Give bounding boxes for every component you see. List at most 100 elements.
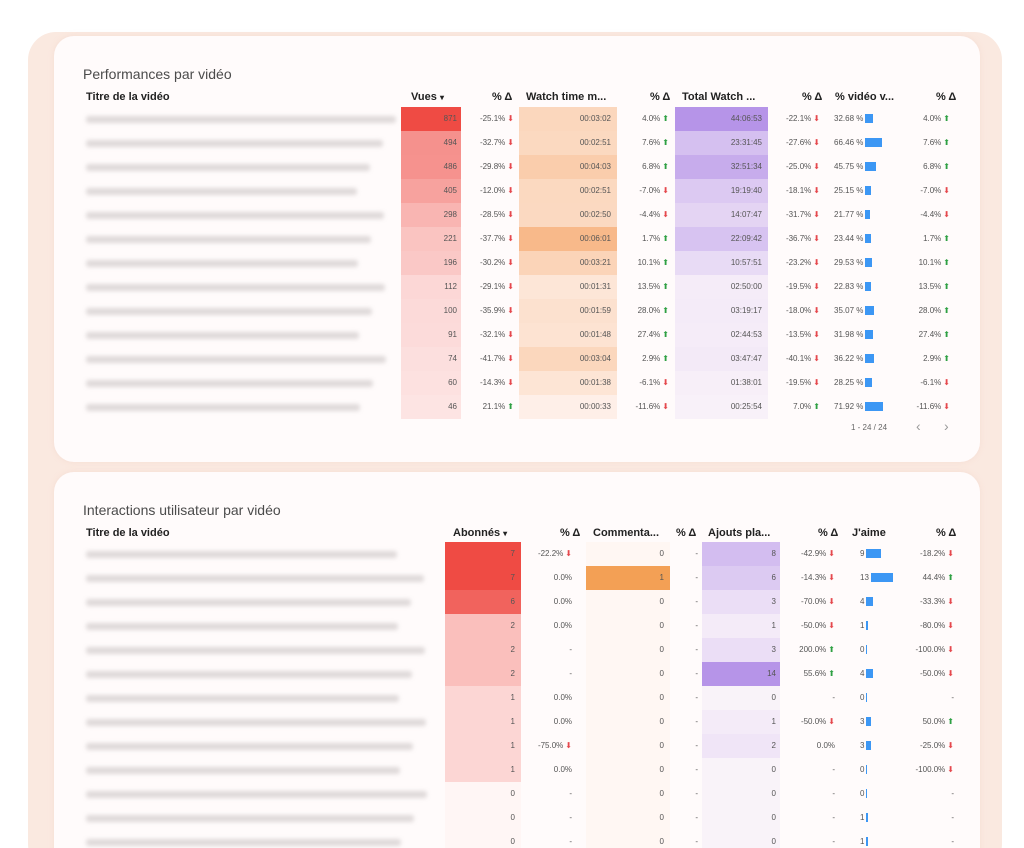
video-title-blurred[interactable] bbox=[86, 179, 396, 203]
arrow-down-icon: ⬇ bbox=[507, 186, 514, 195]
video-title-blurred[interactable] bbox=[86, 155, 396, 179]
perf-header-watch-time[interactable]: Watch time m... bbox=[526, 91, 606, 103]
video-title-blurred[interactable] bbox=[86, 662, 436, 686]
comments-cell: 0 bbox=[586, 782, 664, 806]
inter-header-pct2[interactable]: % Δ bbox=[676, 527, 696, 539]
comments-cell-value: 0 bbox=[659, 789, 664, 798]
video-title-blurred[interactable] bbox=[86, 395, 396, 419]
playlist-cell: 0 bbox=[702, 686, 776, 710]
watch-delta-cell-value: -4.4% bbox=[639, 210, 661, 219]
video-title-blurred[interactable] bbox=[86, 542, 436, 566]
total-watch-cell-value: 14:07:47 bbox=[730, 210, 762, 219]
video-title-blurred[interactable] bbox=[86, 107, 396, 131]
video-title-blurred[interactable] bbox=[86, 275, 396, 299]
video-title-blurred[interactable] bbox=[86, 299, 396, 323]
video-title-blurred[interactable] bbox=[86, 686, 436, 710]
perf-header-title[interactable]: Titre de la vidéo bbox=[86, 91, 170, 103]
pct-video-delta-cell: 28.0% ⬆ bbox=[904, 299, 950, 323]
arrow-down-icon: ⬇ bbox=[828, 597, 835, 606]
views-delta-cell-value: -37.7% bbox=[479, 234, 506, 243]
perf-header-views[interactable]: Vues ▾ bbox=[411, 91, 444, 103]
subs-delta-cell: -22.2% ⬇ bbox=[520, 542, 572, 566]
inter-header-pct1[interactable]: % Δ bbox=[560, 527, 580, 539]
inter-header-subs[interactable]: Abonnés ▾ bbox=[453, 527, 507, 539]
video-title-blurred[interactable] bbox=[86, 758, 436, 782]
views-cell-value: 494 bbox=[443, 138, 457, 147]
arrow-up-icon: ⬆ bbox=[662, 282, 669, 291]
video-title-blurred[interactable] bbox=[86, 347, 396, 371]
watch-delta-cell: 7.6% ⬆ bbox=[617, 131, 669, 155]
perf-header-pct-video[interactable]: % vidéo v... bbox=[835, 91, 894, 103]
inter-header-comments[interactable]: Commenta... bbox=[593, 527, 659, 539]
playlist-cell-value: 14 bbox=[767, 669, 776, 678]
playlist-cell-value: 6 bbox=[771, 573, 776, 582]
views-delta-cell-value: -25.1% bbox=[479, 114, 506, 123]
video-title-blurred[interactable] bbox=[86, 830, 436, 848]
next-page-icon[interactable]: › bbox=[944, 418, 949, 434]
playlist-delta-cell: - bbox=[780, 758, 835, 782]
inter-header-title[interactable]: Titre de la vidéo bbox=[86, 527, 170, 539]
arrow-down-icon: ⬇ bbox=[947, 597, 954, 606]
video-title-blurred[interactable] bbox=[86, 638, 436, 662]
watch-delta-cell: 27.4% ⬆ bbox=[617, 323, 669, 347]
video-title-blurred[interactable] bbox=[86, 782, 436, 806]
comments-cell-value: 0 bbox=[659, 597, 664, 606]
perf-header-pct3[interactable]: % Δ bbox=[802, 91, 822, 103]
subs-cell: 1 bbox=[445, 734, 515, 758]
subs-delta-cell-value: - bbox=[569, 789, 572, 798]
views-cell-value: 60 bbox=[448, 378, 457, 387]
comments-delta-cell: - bbox=[670, 758, 698, 782]
video-title-blurred[interactable] bbox=[86, 590, 436, 614]
likes-delta-cell: -80.0% ⬇ bbox=[902, 614, 954, 638]
watch-time-cell-value: 00:01:59 bbox=[579, 306, 611, 315]
video-title-blurred[interactable] bbox=[86, 710, 436, 734]
total-delta-cell-value: -13.5% bbox=[785, 330, 812, 339]
views-delta-cell: -12.0% ⬇ bbox=[462, 179, 514, 203]
pct-video-value: 28.25 % bbox=[834, 378, 864, 387]
perf-header-pct4[interactable]: % Δ bbox=[936, 91, 956, 103]
arrow-down-icon: ⬇ bbox=[565, 741, 572, 750]
inter-header-pct3[interactable]: % Δ bbox=[818, 527, 838, 539]
total-delta-cell-value: -18.1% bbox=[785, 186, 812, 195]
views-delta-cell-value: -32.1% bbox=[479, 330, 506, 339]
total-delta-cell: -31.7% ⬇ bbox=[770, 203, 820, 227]
playlist-cell: 0 bbox=[702, 830, 776, 848]
video-title-blurred[interactable] bbox=[86, 614, 436, 638]
total-watch-cell: 22:09:42 bbox=[675, 227, 762, 251]
video-title-blurred[interactable] bbox=[86, 227, 396, 251]
likes-delta-cell-value: - bbox=[951, 813, 954, 822]
video-title-blurred[interactable] bbox=[86, 323, 396, 347]
total-watch-cell: 01:38:01 bbox=[675, 371, 762, 395]
subs-delta-cell-value: 0.0% bbox=[553, 621, 572, 630]
prev-page-icon[interactable]: ‹ bbox=[916, 418, 921, 434]
arrow-down-icon: ⬇ bbox=[947, 645, 954, 654]
watch-delta-cell: 10.1% ⬆ bbox=[617, 251, 669, 275]
video-title-blurred[interactable] bbox=[86, 806, 436, 830]
total-delta-cell: -18.1% ⬇ bbox=[770, 179, 820, 203]
views-cell: 221 bbox=[401, 227, 457, 251]
pct-video-bar bbox=[865, 330, 874, 340]
pct-video-delta-cell: 4.0% ⬆ bbox=[904, 107, 950, 131]
watch-time-cell: 00:02:50 bbox=[519, 203, 611, 227]
perf-header-pct2[interactable]: % Δ bbox=[650, 91, 670, 103]
inter-header-pct4[interactable]: % Δ bbox=[936, 527, 956, 539]
arrow-up-icon: ⬆ bbox=[662, 114, 669, 123]
perf-header-pct1[interactable]: % Δ bbox=[492, 91, 512, 103]
video-title-blurred[interactable] bbox=[86, 734, 436, 758]
subs-delta-cell: - bbox=[520, 662, 572, 686]
total-watch-cell-value: 22:09:42 bbox=[730, 234, 762, 243]
playlist-delta-cell-value: 0.0% bbox=[816, 741, 835, 750]
inter-header-likes[interactable]: J'aime bbox=[852, 527, 886, 539]
video-title-blurred[interactable] bbox=[86, 203, 396, 227]
arrow-up-icon: ⬆ bbox=[828, 645, 835, 654]
watch-time-cell: 00:06:01 bbox=[519, 227, 611, 251]
arrow-up-icon: ⬆ bbox=[943, 162, 950, 171]
video-title-blurred[interactable] bbox=[86, 566, 436, 590]
total-watch-cell: 10:57:51 bbox=[675, 251, 762, 275]
video-title-blurred[interactable] bbox=[86, 371, 396, 395]
comments-delta-cell-value: - bbox=[695, 765, 698, 774]
video-title-blurred[interactable] bbox=[86, 251, 396, 275]
perf-header-total-watch[interactable]: Total Watch ... bbox=[682, 91, 755, 103]
inter-header-playlist[interactable]: Ajouts pla... bbox=[708, 527, 770, 539]
video-title-blurred[interactable] bbox=[86, 131, 396, 155]
